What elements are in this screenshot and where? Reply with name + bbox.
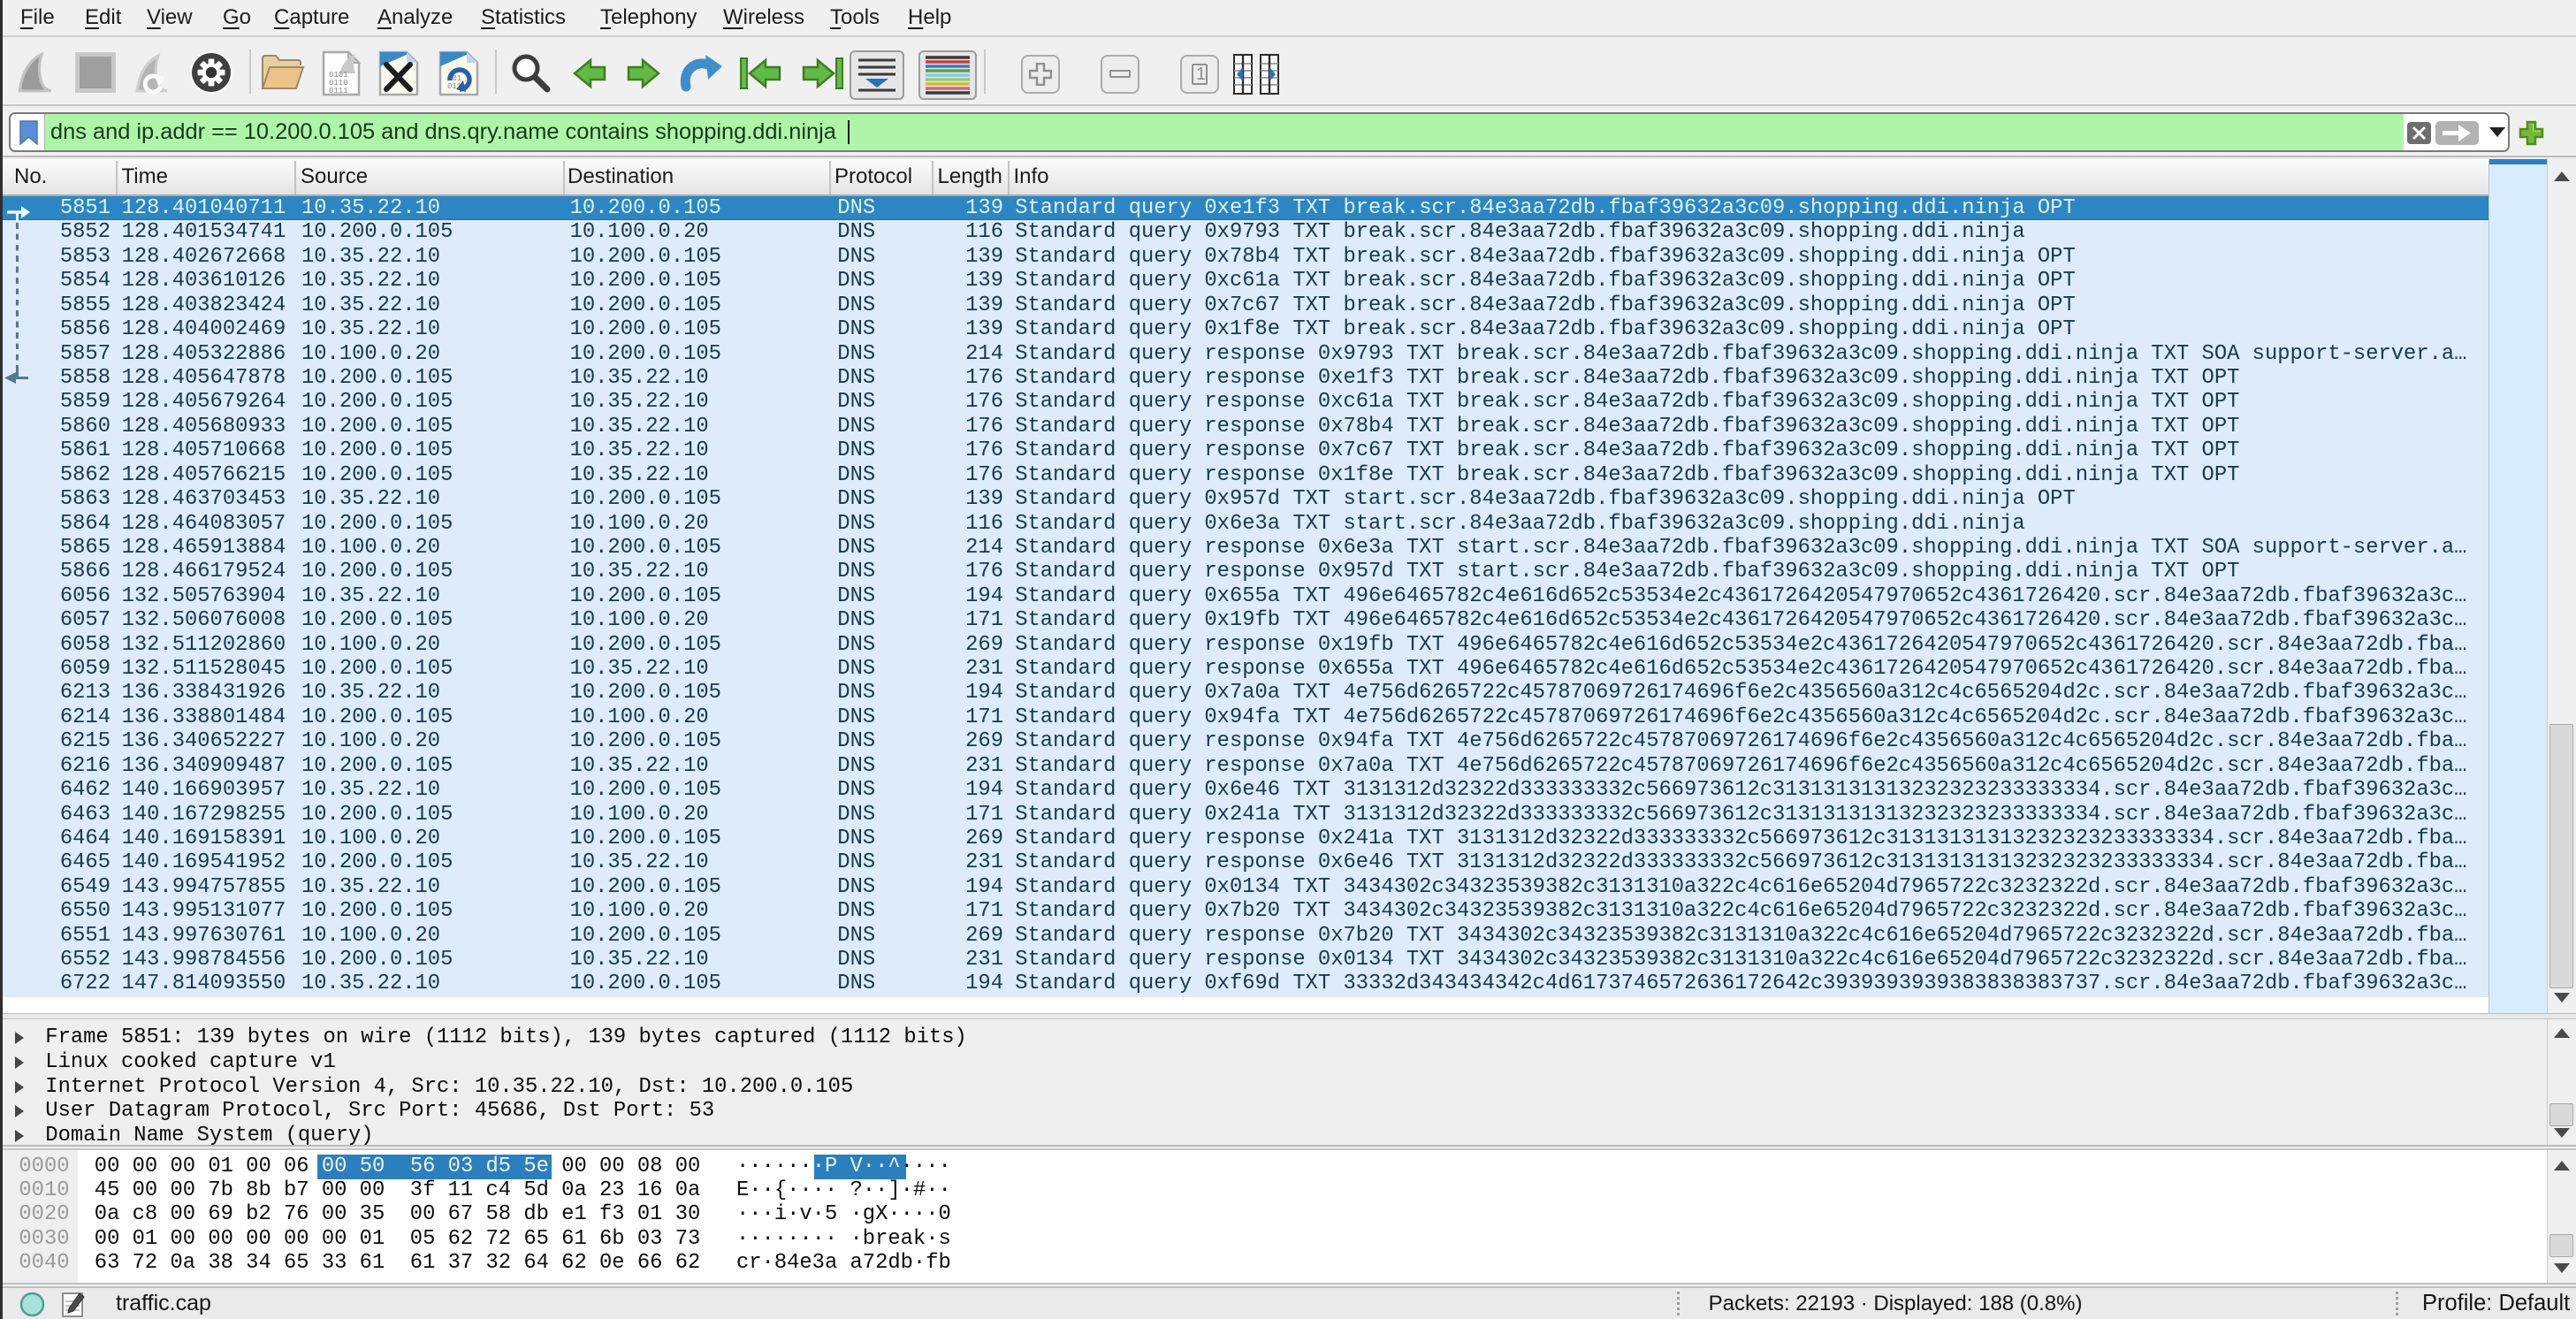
svg-text:0111: 0111 bbox=[329, 87, 348, 95]
